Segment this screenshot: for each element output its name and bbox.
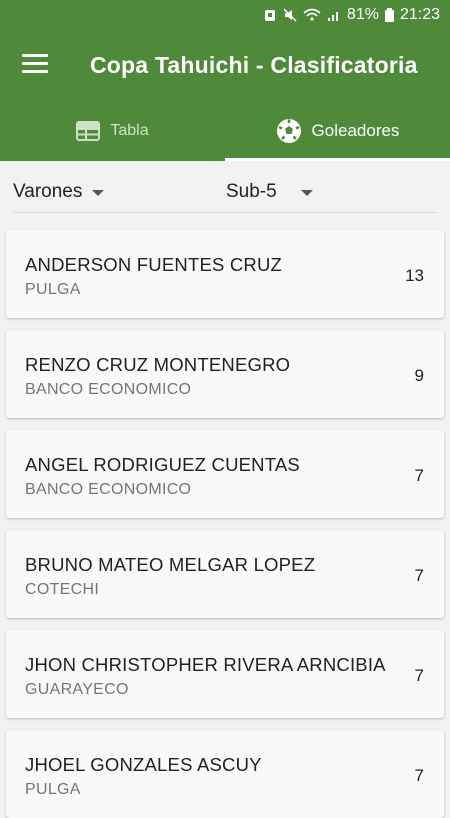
team-name: PULGA xyxy=(25,281,81,298)
goal-count: 13 xyxy=(405,266,424,285)
player-name: JHON CHRISTOPHER RIVERA ARNCIBIA xyxy=(25,654,386,675)
player-name: BRUNO MATEO MELGAR LOPEZ xyxy=(25,554,316,575)
notification-icon xyxy=(264,10,275,21)
soccer-ball-icon xyxy=(276,119,301,143)
scorer-card[interactable]: JHON CHRISTOPHER RIVERA ARNCIBIA GUARAYE… xyxy=(6,630,444,718)
dropdown-arrow-icon xyxy=(92,190,105,196)
category-dropdown[interactable]: Sub-5 xyxy=(226,181,313,203)
player-name: ANDERSON FUENTES CRUZ xyxy=(25,254,283,275)
status-icons: 81% 21:23 xyxy=(263,6,440,24)
clock: 21:23 xyxy=(399,6,440,23)
gender-dropdown[interactable]: Varones xyxy=(13,181,105,203)
scorer-card[interactable]: BRUNO MATEO MELGAR LOPEZ COTECHI 7 xyxy=(6,530,444,618)
status-bar: 81% 21:23 xyxy=(0,0,450,32)
player-name: RENZO CRUZ MONTENEGRO xyxy=(25,354,291,375)
player-name: JHOEL GONZALES ASCUY xyxy=(25,754,262,775)
divider xyxy=(13,212,437,213)
wifi-icon xyxy=(303,8,321,21)
team-name: PULGA xyxy=(25,781,81,798)
menu-icon[interactable] xyxy=(22,54,48,76)
tab-label: Tabla xyxy=(110,122,149,139)
goal-count: 9 xyxy=(414,366,424,385)
gender-value: Varones xyxy=(13,181,83,202)
scorer-card[interactable]: ANGEL RODRIGUEZ CUENTAS BANCO ECONOMICO … xyxy=(6,430,444,518)
page-title: Copa Tahuichi - Clasificatoria xyxy=(90,52,418,78)
goal-count: 7 xyxy=(414,766,424,785)
scorer-card[interactable]: JHOEL GONZALES ASCUY PULGA 7 xyxy=(6,730,444,818)
battery-icon xyxy=(384,8,394,22)
team-name: BANCO ECONOMICO xyxy=(25,381,192,398)
tab-bar: Tabla Goleadores xyxy=(0,101,450,161)
scorer-card[interactable]: ANDERSON FUENTES CRUZ PULGA 13 xyxy=(6,230,444,318)
goal-count: 7 xyxy=(414,466,424,485)
team-name: BANCO ECONOMICO xyxy=(25,481,192,498)
table-icon xyxy=(76,121,101,141)
tab-goleadores[interactable]: Goleadores xyxy=(225,101,450,161)
dropdown-arrow-icon xyxy=(300,190,313,196)
goal-count: 7 xyxy=(414,566,424,585)
scorer-card[interactable]: RENZO CRUZ MONTENEGRO BANCO ECONOMICO 9 xyxy=(6,330,444,418)
team-name: COTECHI xyxy=(25,581,100,598)
tab-label: Goleadores xyxy=(311,121,400,140)
battery-percent: 81% xyxy=(346,6,379,23)
mute-icon xyxy=(283,8,297,22)
app-bar: Copa Tahuichi - Clasificatoria xyxy=(0,32,450,101)
tab-tabla[interactable]: Tabla xyxy=(0,101,225,161)
category-value: Sub-5 xyxy=(226,181,277,202)
team-name: GUARAYECO xyxy=(25,681,129,698)
signal-icon xyxy=(327,12,338,21)
filter-bar: Varones Sub-5 xyxy=(0,161,450,219)
player-name: ANGEL RODRIGUEZ CUENTAS xyxy=(25,454,300,475)
goal-count: 7 xyxy=(414,666,424,685)
